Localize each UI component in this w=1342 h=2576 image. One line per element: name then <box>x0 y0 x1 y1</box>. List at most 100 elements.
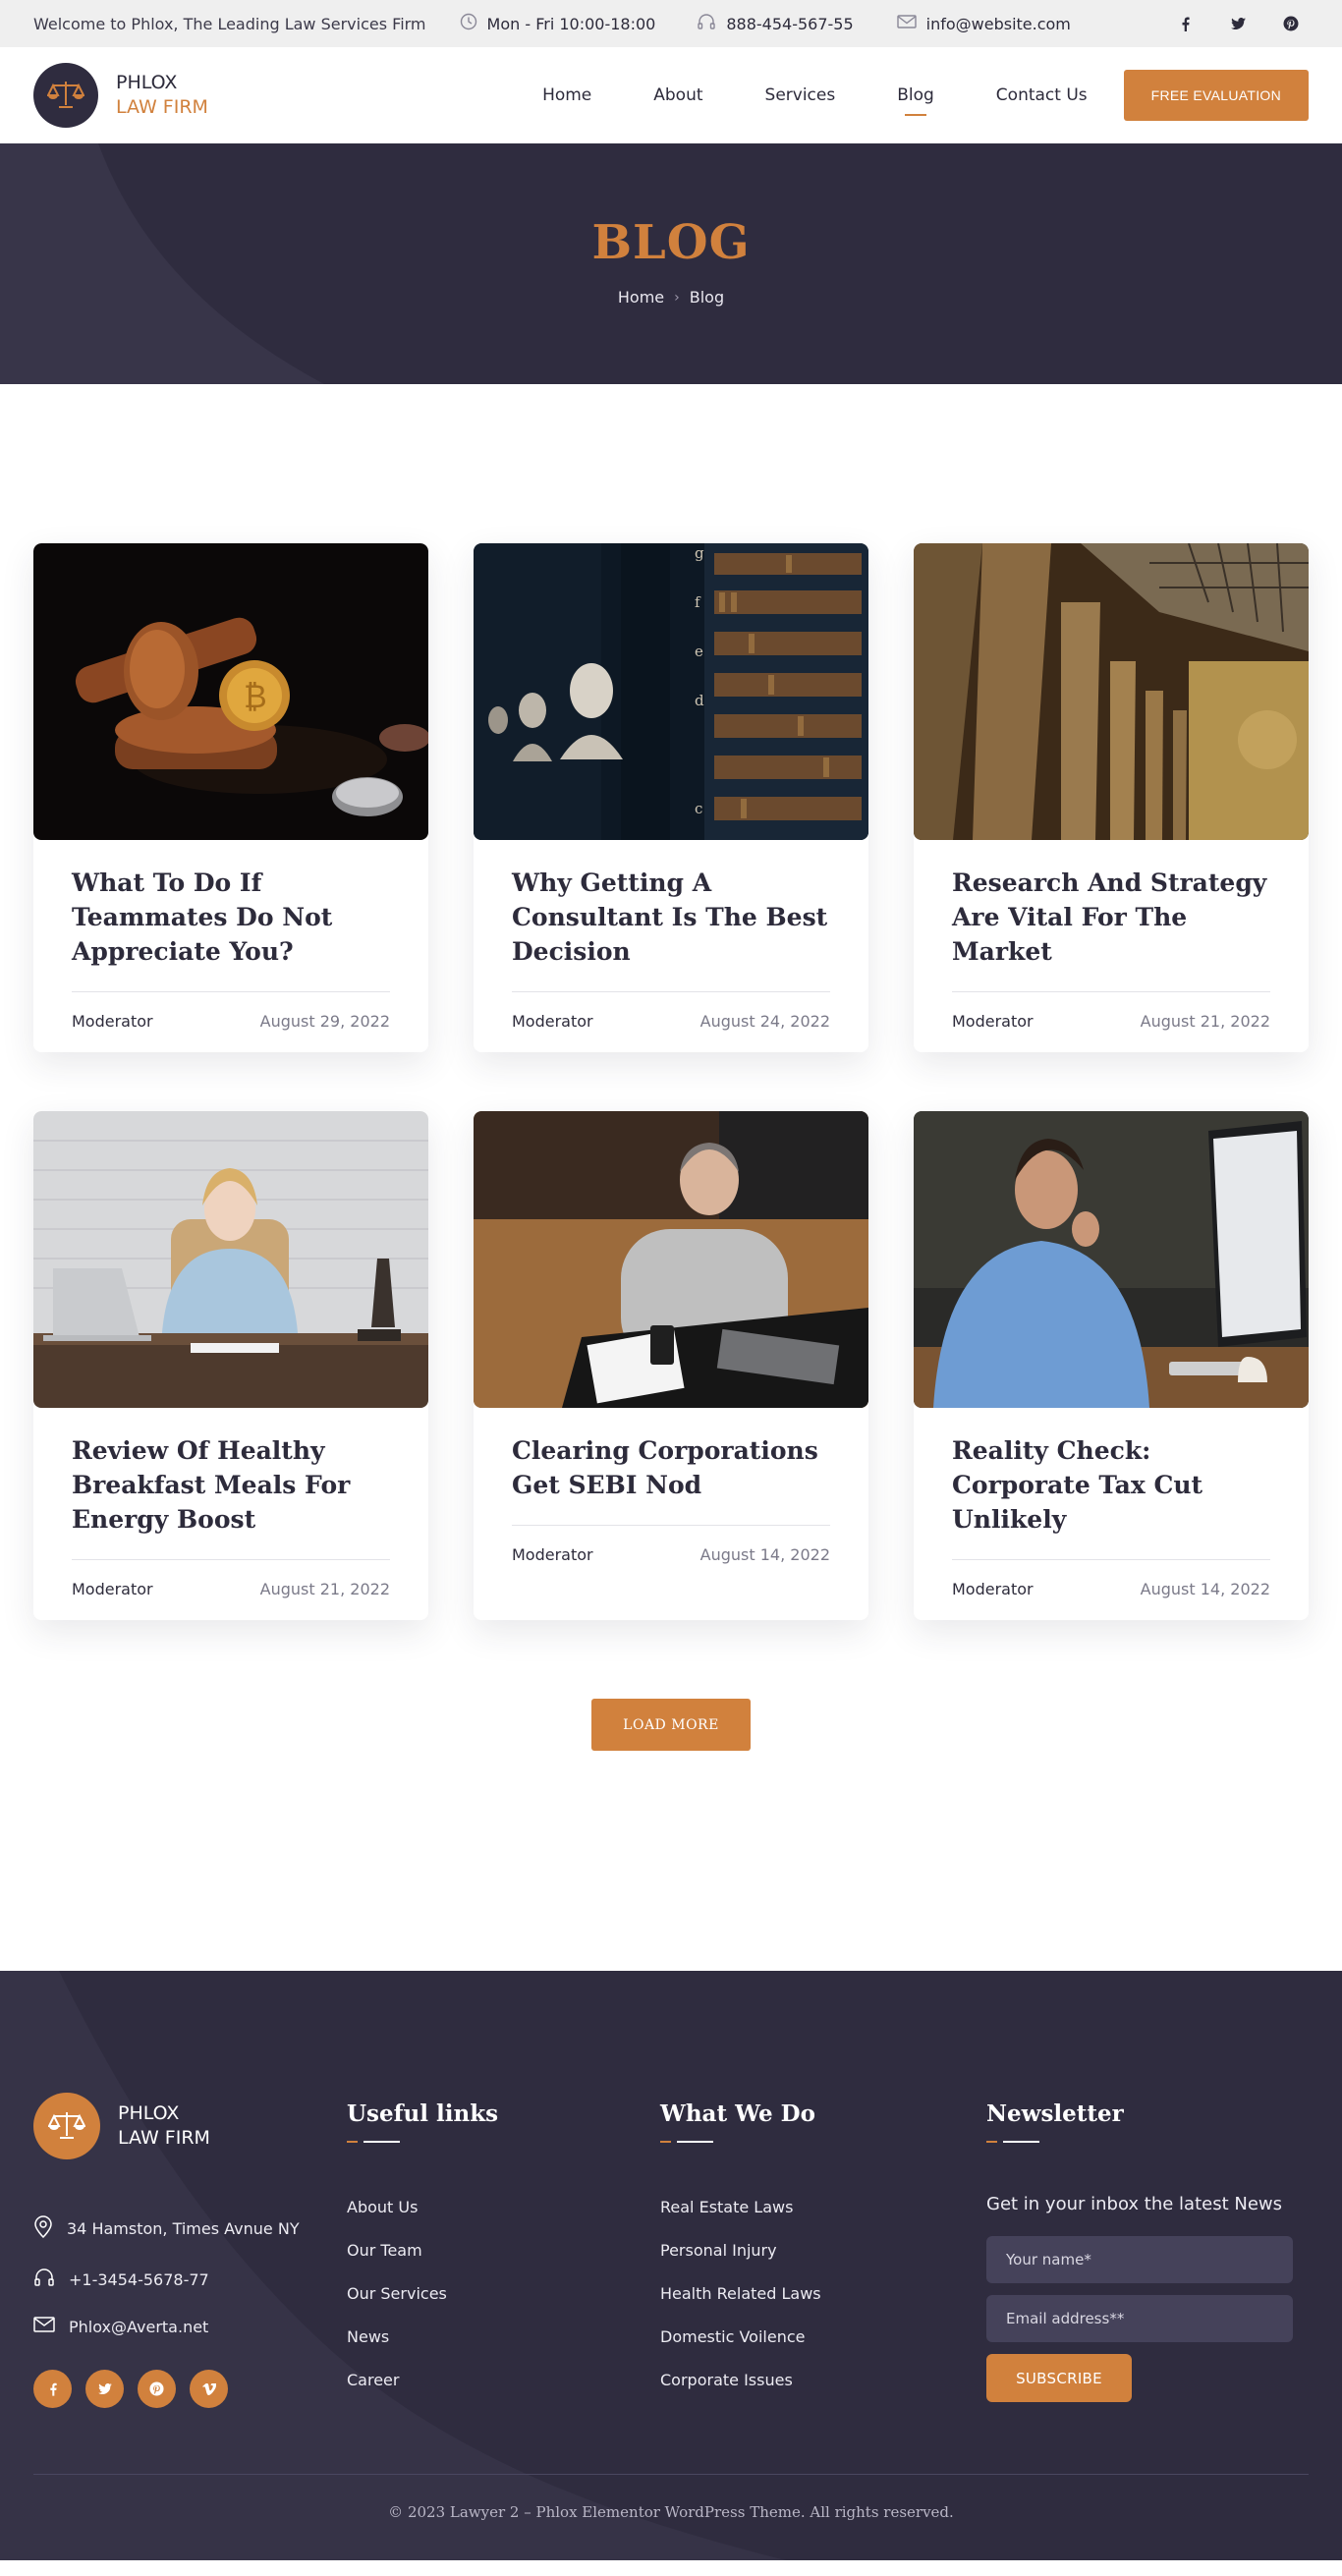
post-title[interactable]: Clearing Corporations Get SEBI Nod <box>512 1433 830 1502</box>
site-logo[interactable]: PHLOX LAW FIRM <box>33 63 208 128</box>
headset-icon <box>33 2268 55 2291</box>
headset-icon <box>697 13 716 34</box>
newsletter-name-input[interactable] <box>986 2236 1293 2283</box>
post-card[interactable]: Reality Check: Corporate Tax Cut Unlikel… <box>914 1111 1309 1620</box>
post-title[interactable]: Research And Strategy Are Vital For The … <box>952 866 1270 969</box>
footer-what-we-do: What We Do Real Estate Laws Personal Inj… <box>660 2093 986 2408</box>
top-social-links <box>1175 14 1301 33</box>
post-card[interactable]: Research And Strategy Are Vital For The … <box>914 543 1309 1052</box>
post-card[interactable]: Clearing Corporations Get SEBI Nod Moder… <box>474 1111 868 1620</box>
twitter-icon[interactable] <box>85 2370 124 2408</box>
pinterest-icon[interactable] <box>138 2370 176 2408</box>
newsletter-email-input[interactable] <box>986 2295 1293 2342</box>
phone-contact[interactable]: 888-454-567-55 <box>697 13 854 34</box>
pinterest-icon[interactable] <box>1281 14 1301 33</box>
chevron-right-icon: › <box>674 289 680 306</box>
footer-link-news[interactable]: News <box>347 2327 660 2346</box>
footer-address: 34 Hamston, Times Avnue NY <box>67 2218 300 2238</box>
nav-contact-us[interactable]: Contact Us <box>996 85 1088 105</box>
post-title[interactable]: Review Of Healthy Breakfast Meals For En… <box>72 1433 390 1537</box>
svg-text:c: c <box>695 800 702 817</box>
nav-home[interactable]: Home <box>542 85 591 105</box>
useful-links-heading: Useful links <box>347 2100 499 2127</box>
newsletter-heading: Newsletter <box>986 2100 1124 2127</box>
vimeo-icon[interactable] <box>190 2370 228 2408</box>
post-author[interactable]: Moderator <box>952 1580 1034 1598</box>
welcome-text: Welcome to Phlox, The Leading Law Servic… <box>33 14 426 33</box>
footer-link-corporate-issues[interactable]: Corporate Issues <box>660 2371 986 2389</box>
footer-link-domestic-voilence[interactable]: Domestic Voilence <box>660 2327 986 2346</box>
divider <box>952 991 1270 992</box>
post-card[interactable]: Review Of Healthy Breakfast Meals For En… <box>33 1111 428 1620</box>
scales-logo-icon <box>33 2093 100 2159</box>
facebook-icon[interactable] <box>1175 14 1195 33</box>
footer-social-links <box>33 2370 347 2408</box>
footer-logo-line1: PHLOX <box>118 2102 180 2124</box>
post-author[interactable]: Moderator <box>72 1012 153 1031</box>
divider <box>952 1559 1270 1560</box>
subscribe-button[interactable]: SUBSCRIBE <box>986 2354 1132 2402</box>
post-title[interactable]: Reality Check: Corporate Tax Cut Unlikel… <box>952 1433 1270 1537</box>
post-image-man-laptop[interactable] <box>474 1111 868 1408</box>
divider <box>512 1525 830 1526</box>
post-image-library[interactable]: g f e d c <box>474 543 868 840</box>
main-nav: Home About Services Blog Contact Us FREE… <box>542 70 1309 121</box>
page-hero: BLOG Home › Blog <box>0 143 1342 384</box>
top-bar: Welcome to Phlox, The Leading Law Servic… <box>0 0 1342 47</box>
footer-logo[interactable]: PHLOX LAW FIRM <box>33 2093 347 2159</box>
logo-line1: PHLOX <box>116 72 178 93</box>
nav-blog[interactable]: Blog <box>897 85 934 105</box>
copyright-text: © 2023 Lawyer 2 – Phlox Elementor WordPr… <box>388 2503 954 2521</box>
post-author[interactable]: Moderator <box>512 1012 593 1031</box>
footer-link-career[interactable]: Career <box>347 2371 660 2389</box>
footer-link-our-team[interactable]: Our Team <box>347 2241 660 2260</box>
envelope-icon <box>896 14 917 33</box>
breadcrumb-home[interactable]: Home <box>618 288 664 307</box>
footer-link-real-estate-laws[interactable]: Real Estate Laws <box>660 2198 986 2216</box>
svg-text:d: d <box>695 692 704 709</box>
what-we-do-heading: What We Do <box>660 2100 815 2127</box>
post-author[interactable]: Moderator <box>72 1580 153 1598</box>
post-image-woman-desk[interactable] <box>33 1111 428 1408</box>
footer-contact: 34 Hamston, Times Avnue NY +1-3454-5678-… <box>33 2214 347 2336</box>
scales-logo-icon <box>33 63 98 128</box>
footer-logo-line2: LAW FIRM <box>118 2127 210 2149</box>
facebook-icon[interactable] <box>33 2370 72 2408</box>
phone-text: 888-454-567-55 <box>726 14 854 33</box>
post-image-gavel[interactable]: ₿ <box>33 543 428 840</box>
footer-divider <box>33 2474 1309 2475</box>
load-more-button[interactable]: LOAD MORE <box>591 1699 751 1751</box>
post-card[interactable]: g f e d c Why Getting A Consultant Is Th… <box>474 543 868 1052</box>
post-image-columns[interactable] <box>914 543 1309 840</box>
divider <box>72 1559 390 1560</box>
svg-text:₿: ₿ <box>244 678 267 715</box>
post-title[interactable]: Why Getting A Consultant Is The Best Dec… <box>512 866 830 969</box>
footer-link-our-services[interactable]: Our Services <box>347 2284 660 2303</box>
footer-link-personal-injury[interactable]: Personal Injury <box>660 2241 986 2260</box>
location-pin-icon <box>33 2214 53 2242</box>
post-title[interactable]: What To Do If Teammates Do Not Appreciat… <box>72 866 390 969</box>
free-evaluation-button[interactable]: FREE EVALUATION <box>1123 70 1309 121</box>
site-footer: PHLOX LAW FIRM 34 Hamston, Times Avnue N… <box>0 1971 1342 2560</box>
newsletter-text: Get in your inbox the latest News <box>986 2194 1283 2214</box>
blog-posts: ₿ What To Do If Teammates Do Not Appreci… <box>0 384 1342 1751</box>
post-grid: ₿ What To Do If Teammates Do Not Appreci… <box>33 543 1309 1620</box>
footer-link-health-related-laws[interactable]: Health Related Laws <box>660 2284 986 2303</box>
footer-link-about-us[interactable]: About Us <box>347 2198 660 2216</box>
footer-useful-links: Useful links About Us Our Team Our Servi… <box>347 2093 660 2408</box>
footer-phone: +1-3454-5678-77 <box>69 2269 209 2289</box>
post-author[interactable]: Moderator <box>512 1545 593 1564</box>
post-author[interactable]: Moderator <box>952 1012 1034 1031</box>
post-card[interactable]: ₿ What To Do If Teammates Do Not Appreci… <box>33 543 428 1052</box>
site-header: PHLOX LAW FIRM Home About Services Blog … <box>0 47 1342 143</box>
divider <box>72 991 390 992</box>
nav-services[interactable]: Services <box>765 85 836 105</box>
email-contact[interactable]: info@website.com <box>896 14 1071 33</box>
nav-about[interactable]: About <box>653 85 702 105</box>
post-image-man-computer[interactable] <box>914 1111 1309 1408</box>
footer-newsletter: Newsletter Get in your inbox the latest … <box>986 2093 1293 2408</box>
twitter-icon[interactable] <box>1228 14 1248 33</box>
clock-icon <box>460 13 477 34</box>
hours-text: Mon - Fri 10:00-18:00 <box>486 14 656 33</box>
post-date: August 14, 2022 <box>1140 1580 1270 1598</box>
